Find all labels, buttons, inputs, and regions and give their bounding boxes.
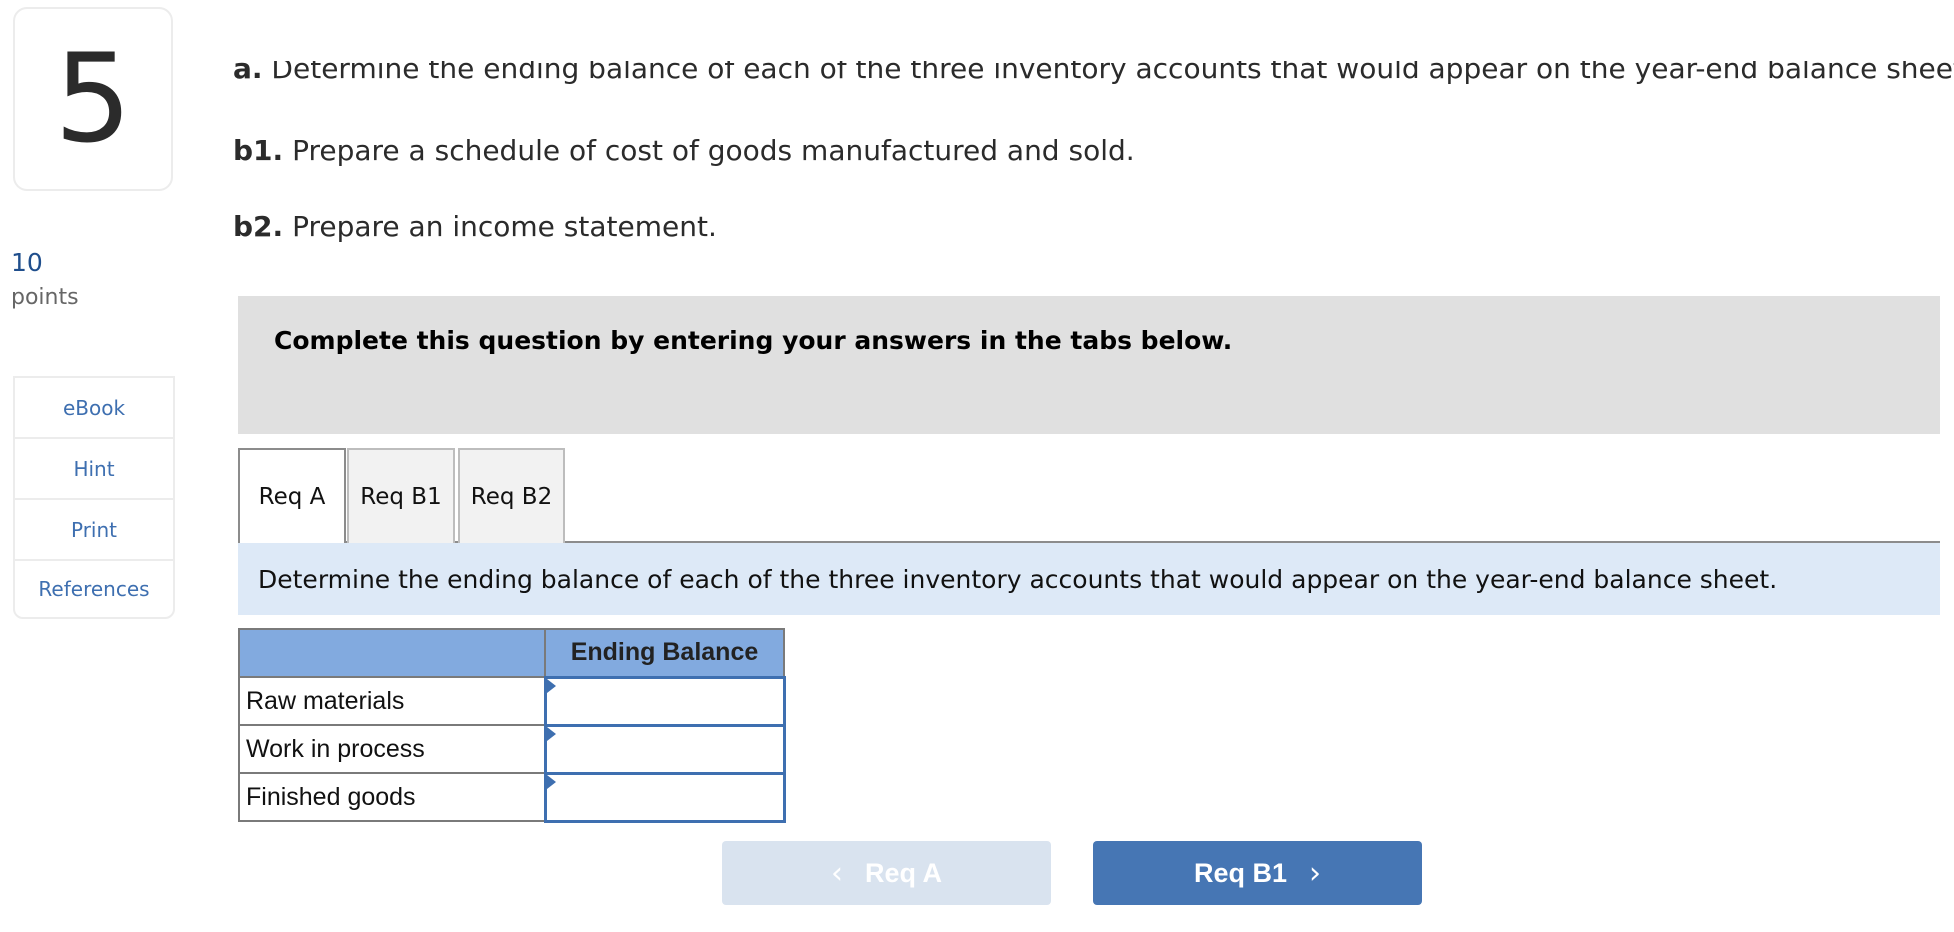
hint-link[interactable]: Hint [15,439,173,500]
work-in-process-cell [543,723,786,775]
tab-bar: Req A Req B1 Req B2 [238,448,1940,543]
references-link[interactable]: References [15,561,173,617]
prev-req-label: Req A [864,857,942,888]
chevron-right-icon: › [1309,855,1322,891]
input-flag-icon [546,726,556,741]
requirement-b2-text: Prepare an income statement. [283,210,717,243]
finished-goods-cell [543,771,786,823]
table-row: Work in process [238,723,786,775]
banner-text: Complete this question by entering your … [274,326,1233,355]
table-row: Finished goods [238,771,786,823]
input-flag-icon [546,774,556,789]
row-label-raw-materials: Raw materials [238,676,546,726]
requirement-a: a. Determine the ending balance of each … [233,52,1954,85]
raw-materials-input[interactable] [546,678,783,724]
work-in-process-input[interactable] [546,726,783,772]
row-label-work-in-process: Work in process [238,724,546,774]
instructions-banner: Complete this question by entering your … [238,296,1940,434]
requirement-b2-prefix: b2. [233,210,284,243]
requirement-b1: b1. Prepare a schedule of cost of goods … [233,134,1135,167]
table-row: Raw materials [238,675,786,727]
points-label: points [11,285,79,310]
requirement-b1-prefix: b1. [233,134,284,167]
tab-req-b2[interactable]: Req B2 [458,448,565,543]
print-link[interactable]: Print [15,500,173,561]
tab-instruction-text: Determine the ending balance of each of … [258,565,1778,594]
chevron-left-icon: ‹ [830,855,843,891]
input-flag-icon [546,678,556,693]
next-req-button[interactable]: Req B1 › [1093,841,1422,905]
question-number: 5 [13,7,173,191]
finished-goods-input[interactable] [546,774,783,820]
ebook-link[interactable]: eBook [15,378,173,439]
row-label-finished-goods: Finished goods [238,772,546,822]
prev-req-button[interactable]: ‹ Req A [722,841,1051,905]
table-header-row: Ending Balance [238,628,785,678]
points-value: 10 [11,248,43,277]
tab-req-a[interactable]: Req A [238,448,346,543]
raw-materials-cell [543,675,786,727]
tab-req-b1[interactable]: Req B1 [347,448,455,543]
requirement-b2: b2. Prepare an income statement. [233,210,717,243]
tab-instruction: Determine the ending balance of each of … [238,543,1940,615]
ending-balance-table: Ending Balance Raw materials Work in pro… [238,628,786,823]
next-req-label: Req B1 [1193,857,1288,888]
requirement-b1-text: Prepare a schedule of cost of goods manu… [283,134,1135,167]
requirement-a-text: Determine the ending balance of each of … [262,52,1954,85]
header-blank [238,628,546,678]
requirement-a-prefix: a. [233,52,263,85]
tools-panel: eBook Hint Print References [13,376,175,619]
header-ending-balance: Ending Balance [544,628,785,678]
